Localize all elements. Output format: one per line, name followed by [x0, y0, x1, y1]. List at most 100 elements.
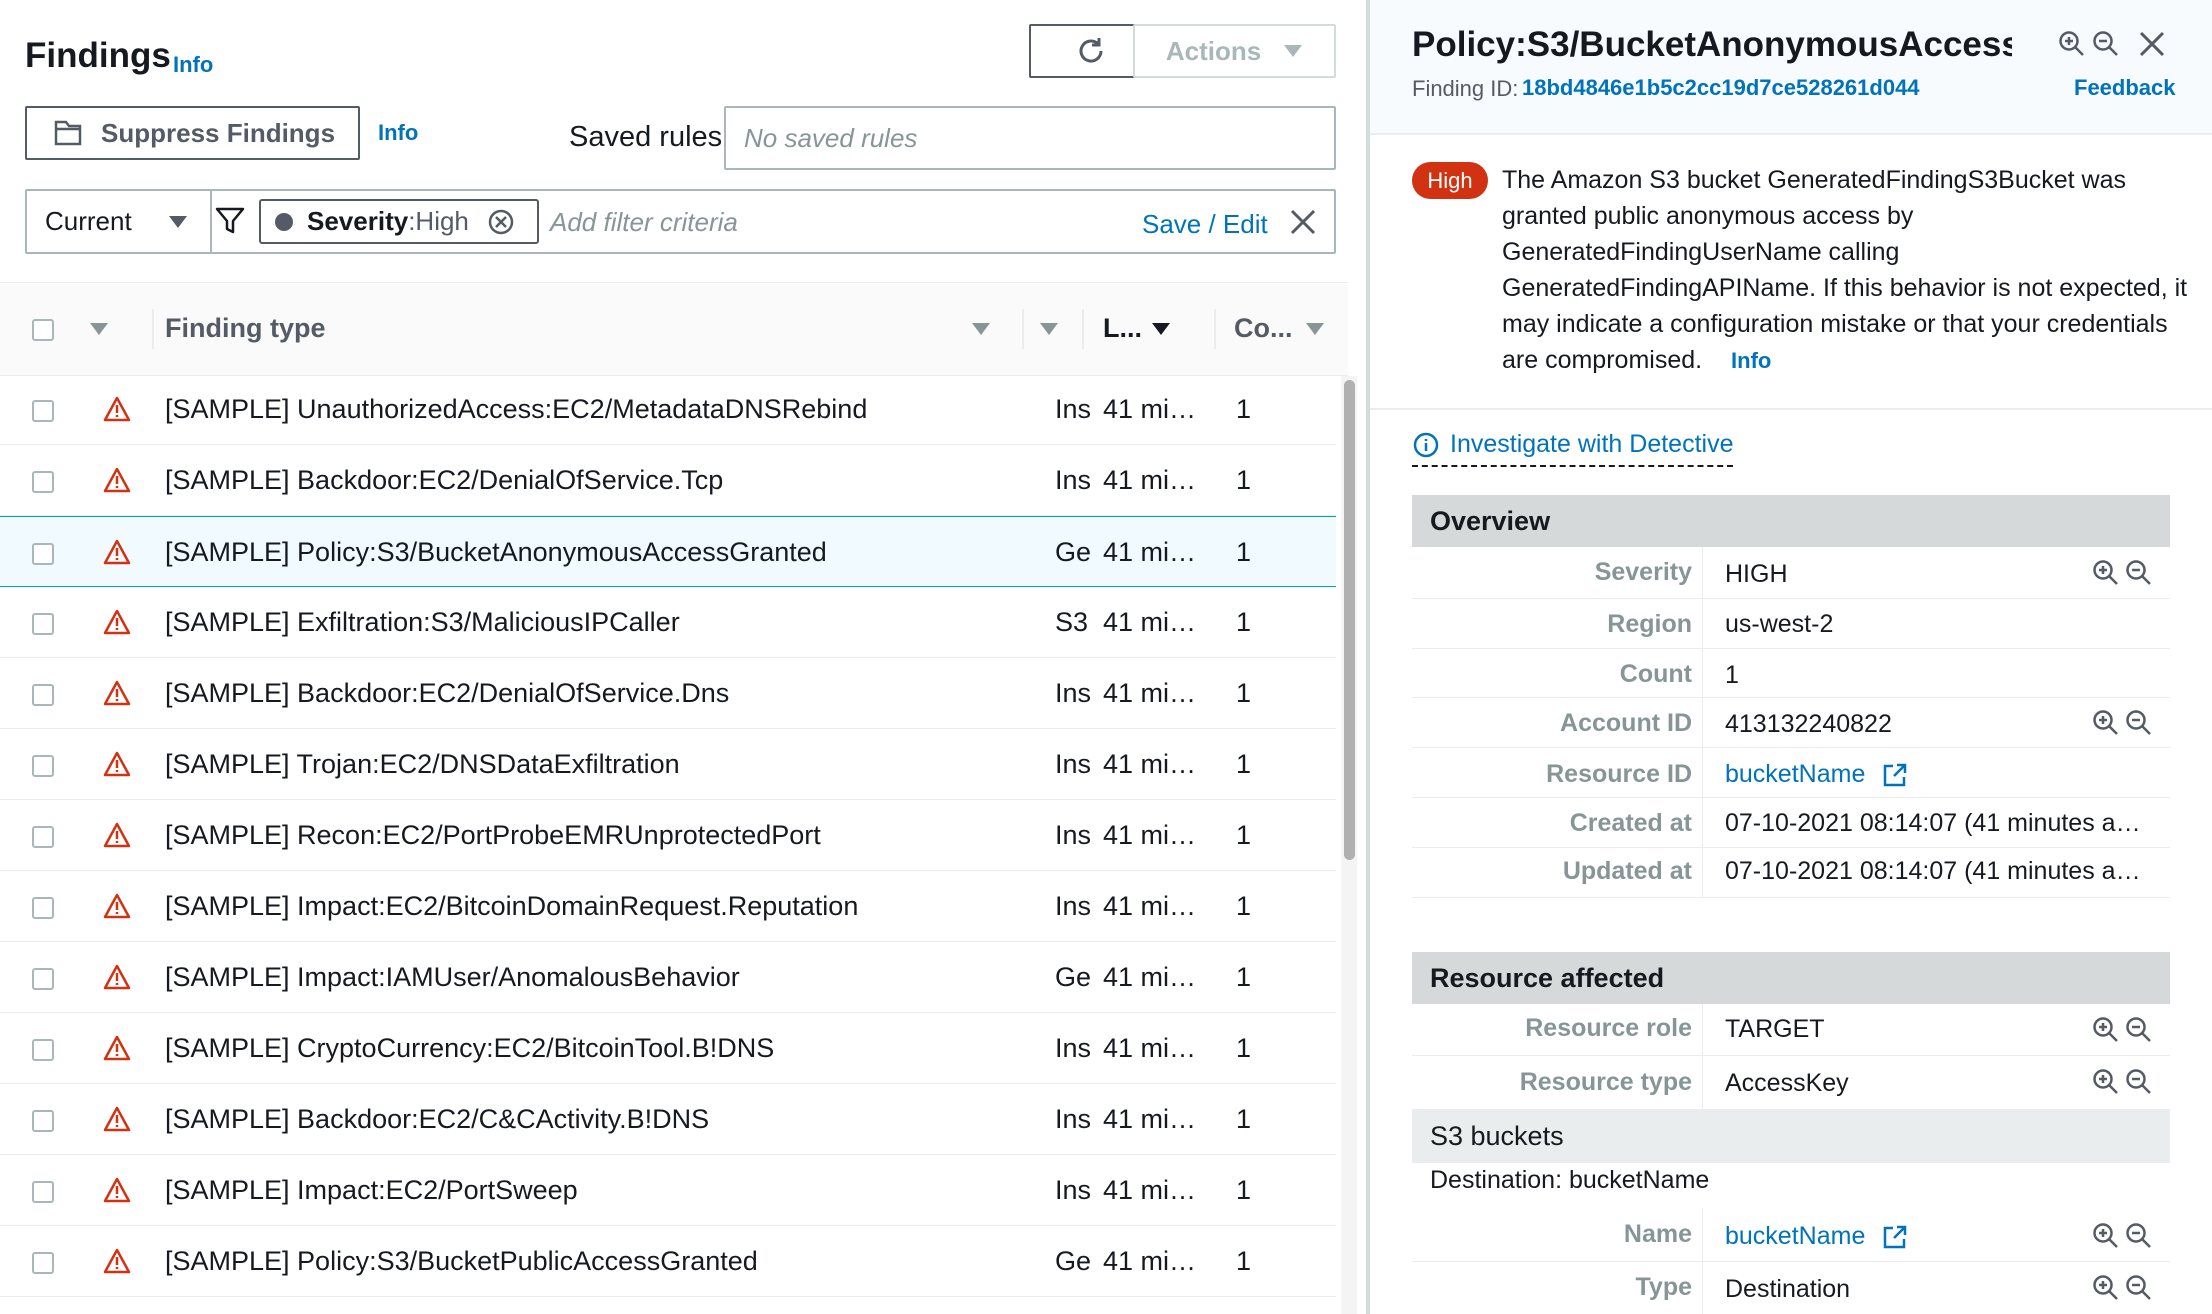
kv-key: Count [1619, 660, 1692, 688]
last-seen-cell: 41 minutes ago [1103, 749, 1211, 779]
sort-caret-icon[interactable] [90, 323, 108, 335]
row-checkbox[interactable] [32, 1252, 54, 1274]
table-row[interactable]: [SAMPLE] Impact:IAMUser/AnomalousBehavio… [0, 942, 1336, 1013]
actions-label: Actions [1165, 35, 1262, 66]
sort-desc-icon[interactable] [1152, 323, 1170, 335]
table-row-selected[interactable]: [SAMPLE] Policy:S3/BucketAnonymousAccess… [0, 516, 1336, 587]
sort-caret-icon[interactable] [972, 323, 990, 335]
kv-value: 1 [1725, 661, 1739, 689]
row-checkbox[interactable] [32, 400, 54, 422]
column-last-seen[interactable]: L... [1103, 313, 1142, 344]
warning-triangle-icon [103, 680, 131, 706]
count-cell: 1 [1236, 1104, 1252, 1134]
zoom-out-icon[interactable] [2125, 1274, 2153, 1302]
finding-id-link[interactable]: 18bd4846e1b5c2cc19d7ce528261d044 [1522, 75, 1920, 101]
table-row[interactable]: [SAMPLE] Backdoor:EC2/DenialOfService.Tc… [0, 445, 1336, 516]
zoom-out-icon[interactable] [2092, 30, 2120, 58]
resource-cell: Ins [1055, 394, 1091, 424]
row-checkbox[interactable] [32, 613, 54, 635]
scrollbar-thumb[interactable] [1344, 380, 1355, 860]
column-finding-type[interactable]: Finding type [165, 313, 325, 344]
row-checkbox[interactable] [32, 684, 54, 706]
table-header: Finding type L... Co... [0, 282, 1348, 376]
kv-key: Region [1607, 610, 1692, 638]
row-checkbox[interactable] [32, 755, 54, 777]
kv-key: Updated at [1562, 857, 1692, 885]
row-checkbox[interactable] [32, 897, 54, 919]
description-info-link[interactable]: Info [1731, 348, 1771, 373]
feedback-link[interactable]: Feedback [2074, 75, 2176, 101]
remove-token-icon[interactable] [487, 208, 515, 236]
row-checkbox[interactable] [32, 1181, 54, 1203]
detail-header: Policy:S3/BucketAnonymousAccessGr... Fin… [1370, 0, 2212, 135]
table-row[interactable]: [SAMPLE] Trojan:EC2/DNSDataExfiltration … [0, 729, 1336, 800]
title-info-link[interactable]: Info [173, 52, 213, 78]
row-checkbox[interactable] [32, 1039, 54, 1061]
warning-triangle-icon [103, 822, 131, 848]
zoom-in-icon[interactable] [2092, 1222, 2120, 1250]
token-sep: : [408, 206, 416, 236]
investigate-with-detective-link[interactable]: Investigate with Detective [1412, 430, 1734, 467]
kv-separator [1702, 649, 1703, 697]
zoom-out-icon[interactable] [2125, 559, 2153, 587]
warning-triangle-icon [103, 1248, 131, 1274]
select-all-checkbox[interactable] [32, 319, 54, 341]
zoom-in-icon[interactable] [2092, 1068, 2120, 1096]
s3-row-type: Type Destination [1412, 1262, 2170, 1314]
sort-caret-icon[interactable] [1306, 323, 1324, 335]
row-checkbox[interactable] [32, 968, 54, 990]
finding-type-cell: [SAMPLE] Backdoor:EC2/DenialOfService.Dn… [165, 678, 730, 708]
zoom-in-icon[interactable] [2092, 1016, 2120, 1044]
row-checkbox[interactable] [32, 1110, 54, 1132]
save-edit-link[interactable]: Save / Edit [1142, 209, 1268, 240]
row-checkbox[interactable] [32, 543, 54, 565]
resource-id-link[interactable]: bucketName [1725, 760, 2145, 789]
suppress-findings-button[interactable]: Suppress Findings [25, 106, 360, 160]
row-checkbox[interactable] [32, 471, 54, 493]
table-row[interactable]: [SAMPLE] Recon:EC2/PortProbeEMRUnprotect… [0, 800, 1336, 871]
zoom-out-icon[interactable] [2125, 1222, 2153, 1250]
table-row[interactable]: [SAMPLE] Backdoor:EC2/C&CActivity.B!DNS … [0, 1084, 1336, 1155]
overview-row-severity: Severity HIGH [1412, 547, 2170, 599]
warning-triangle-icon [103, 1035, 131, 1061]
resource-affected-heading: Resource affected [1412, 952, 2170, 1004]
kv-key: Resource ID [1546, 760, 1692, 788]
table-row[interactable]: [SAMPLE] CryptoCurrency:EC2/BitcoinTool.… [0, 1013, 1336, 1084]
table-row[interactable]: [SAMPLE] Impact:EC2/BitcoinDomainRequest… [0, 871, 1336, 942]
table-row[interactable]: [SAMPLE] Backdoor:EC2/DenialOfService.Dn… [0, 658, 1336, 729]
token-value: High [415, 206, 469, 236]
kv-separator [1702, 1004, 1703, 1055]
external-link-icon [1884, 764, 1907, 787]
zoom-out-icon[interactable] [2125, 1016, 2153, 1044]
sort-caret-icon[interactable] [1040, 323, 1058, 335]
suppress-info-link[interactable]: Info [378, 120, 418, 146]
table-row[interactable]: [SAMPLE] Impact:EC2/PortSweep Ins 41 min… [0, 1155, 1336, 1226]
zoom-out-icon[interactable] [2125, 709, 2153, 737]
finding-type-cell: [SAMPLE] Backdoor:EC2/DenialOfService.Tc… [165, 465, 724, 495]
filter-token-severity[interactable]: Severity: High [259, 199, 539, 244]
column-count[interactable]: Co... [1234, 313, 1293, 344]
finding-type-cell: [SAMPLE] Trojan:EC2/DNSDataExfiltration [165, 749, 680, 779]
row-checkbox[interactable] [32, 826, 54, 848]
column-separator [1214, 309, 1216, 349]
finding-type-cell: [SAMPLE] CryptoCurrency:EC2/BitcoinTool.… [165, 1033, 775, 1063]
clear-filter-icon[interactable] [1288, 207, 1318, 237]
count-cell: 1 [1236, 394, 1252, 424]
bucket-name-link[interactable]: bucketName [1725, 1222, 2145, 1251]
zoom-in-icon[interactable] [2058, 30, 2086, 58]
resource-cell: Ge [1055, 537, 1091, 567]
page-title: Findings [25, 36, 171, 75]
filter-input[interactable]: Add filter criteria [550, 207, 738, 238]
zoom-out-icon[interactable] [2125, 1068, 2153, 1096]
table-row[interactable]: [SAMPLE] Policy:S3/BucketPublicAccessGra… [0, 1226, 1336, 1297]
table-row[interactable]: [SAMPLE] Exfiltration:S3/MaliciousIPCall… [0, 587, 1336, 658]
actions-dropdown[interactable]: Actions [1133, 24, 1336, 78]
saved-rules-select[interactable]: No saved rules [724, 106, 1336, 170]
table-row[interactable]: [SAMPLE] UnauthorizedAccess:EC2/Metadata… [0, 374, 1336, 445]
scope-select[interactable]: Current [27, 191, 212, 252]
resource-cell: Ins [1055, 1175, 1091, 1205]
zoom-in-icon[interactable] [2092, 709, 2120, 737]
zoom-in-icon[interactable] [2092, 559, 2120, 587]
close-icon[interactable] [2138, 30, 2166, 58]
zoom-in-icon[interactable] [2092, 1274, 2120, 1302]
